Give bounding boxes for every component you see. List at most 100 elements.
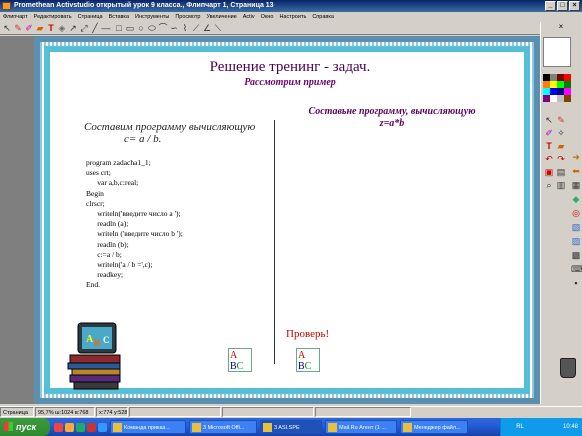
quick-launch-icon[interactable] [76,422,85,432]
minimize-button[interactable]: _ [545,1,556,11]
menu-item-edit[interactable]: Редактировать [34,12,72,22]
line-icon[interactable]: ╱ [90,23,100,33]
menu-item-tools[interactable]: Инструменты [135,12,169,22]
color-swatch[interactable] [557,81,564,88]
menu-item-zoom[interactable]: Увеличение [206,12,236,22]
taskbar-item[interactable]: Менеджер файл... [400,420,468,434]
quick-launch-icon[interactable] [65,422,74,432]
save-icon[interactable]: ▪ [571,278,581,288]
quick-launch-icon[interactable] [98,422,107,432]
shape-tool-icon[interactable]: ▣ [544,167,554,177]
camera-icon[interactable]: ▤ [556,167,566,177]
clear-icon[interactable]: ▥ [556,180,566,190]
polygon-icon[interactable]: ⟋ [191,23,201,33]
check-label[interactable]: Проверь! [286,328,329,340]
screen-capture-icon[interactable]: ▨ [571,236,581,246]
close-button[interactable]: × [569,1,580,11]
quick-launch-icon[interactable] [87,422,96,432]
taskbar-item[interactable]: Команда приказ... [110,420,186,434]
color-swatch[interactable] [550,88,557,95]
previous-page-icon[interactable]: ⬅ [571,166,581,176]
menu-item-window[interactable]: Окно [261,12,274,22]
menu-item-settings[interactable]: Настроить [279,12,306,22]
start-button[interactable]: пуск [0,418,50,436]
code-line: c:=a / b; [86,249,122,259]
text-tool-icon[interactable]: T [46,23,56,33]
toolbox-close-icon[interactable]: × [556,22,566,32]
status-panel [129,407,221,417]
circle-icon[interactable]: ○ [136,23,146,33]
color-swatch[interactable] [543,95,550,102]
maximize-button[interactable]: □ [557,1,568,11]
fill-icon[interactable]: ◈ [57,23,67,33]
abc-check-icon[interactable]: A BC [296,348,320,372]
curve-icon[interactable]: ∽ [169,23,179,33]
select-icon[interactable]: ↖ [544,115,554,125]
eraser-icon[interactable]: ▰ [35,23,45,33]
rectangle-icon[interactable]: □ [114,23,124,33]
magic-ink-icon[interactable]: ✧ [556,128,566,138]
select-arrow-icon[interactable]: ↖ [2,23,12,33]
color-swatch[interactable] [564,88,571,95]
color-swatch[interactable] [550,95,557,102]
keyboard-icon[interactable]: ⌨ [571,264,582,274]
computer-clipart-icon: A B C [67,322,121,390]
highlighter-icon[interactable]: ✐ [24,23,34,33]
svg-text:C: C [103,335,110,345]
color-swatch[interactable] [543,81,550,88]
spotlight-icon[interactable]: ▧ [571,222,581,232]
ellipse-icon[interactable]: ⬭ [147,23,157,33]
next-page-icon[interactable]: ➜ [571,152,581,162]
taskbar-item[interactable]: 3 Microsoft Offi... [189,420,257,434]
zoom-icon[interactable]: ⌕ [544,180,554,190]
arc-icon[interactable]: ⌒ [158,23,168,33]
color-swatch[interactable] [564,95,571,102]
eraser-tool-icon[interactable]: ▰ [556,141,566,151]
angle-icon[interactable]: ∠ [202,23,212,33]
code-line: readln (a); [86,219,129,229]
dash-line-icon[interactable]: — [101,23,111,33]
line-tool-icon[interactable]: ⟍ [213,23,223,33]
menu-item-insert[interactable]: Вставка [109,12,129,22]
menu-item-activ[interactable]: Activ [243,12,255,22]
reveal-icon[interactable]: ◎ [571,208,581,218]
undo-icon[interactable]: ↶ [544,154,554,164]
color-swatch[interactable] [564,81,571,88]
tray-language[interactable]: RL [516,424,523,430]
connector-icon[interactable]: ⤢ [79,23,89,33]
taskbar-item[interactable]: Mail.Ru Агент (1 ... [325,420,397,434]
svg-text:B: B [94,338,100,348]
color-swatch[interactable] [557,88,564,95]
arrow-tool-icon[interactable]: ↗ [68,23,78,33]
pen-tool-icon[interactable]: ✎ [556,115,566,125]
menu-item-page[interactable]: Страница [78,12,103,22]
status-bar: Страница 95,7% ш:1024 в:768 x:774 y:528 [0,406,582,417]
redo-icon[interactable]: ↷ [556,154,566,164]
square-icon[interactable]: ▭ [125,23,135,33]
color-swatch[interactable] [564,74,571,81]
menu-item-flipchart[interactable]: Флипчарт [3,12,28,22]
color-swatch[interactable] [543,88,550,95]
text-icon[interactable]: T [544,141,554,151]
menu-item-help[interactable]: Справка [312,12,334,22]
highlighter-tool-icon[interactable]: ✐ [544,128,554,138]
trash-icon[interactable] [560,358,576,378]
code-line: Begin [86,188,104,198]
slide-title: Решение тренинг - задач. [209,59,371,75]
color-swatch[interactable] [557,74,564,81]
pen-preview[interactable] [543,37,571,67]
menu-item-view[interactable]: Просмотр [175,12,200,22]
color-swatch[interactable] [550,74,557,81]
abc-link-icon[interactable]: A BC [228,348,252,372]
page-sorter-icon[interactable]: ▦ [571,180,581,190]
code-line: uses crt; [86,168,111,178]
pen-icon[interactable]: ✎ [13,23,23,33]
resource-library-icon[interactable]: ◆ [571,194,581,204]
color-swatch[interactable] [543,74,550,81]
quick-launch-icon[interactable] [54,422,63,432]
calculator-icon[interactable]: ▩ [571,250,581,260]
color-swatch[interactable] [557,95,564,102]
color-swatch[interactable] [550,81,557,88]
taskbar-item[interactable]: 3 ASI.SPE [260,420,322,434]
freeform-icon[interactable]: ⌇ [180,23,190,33]
